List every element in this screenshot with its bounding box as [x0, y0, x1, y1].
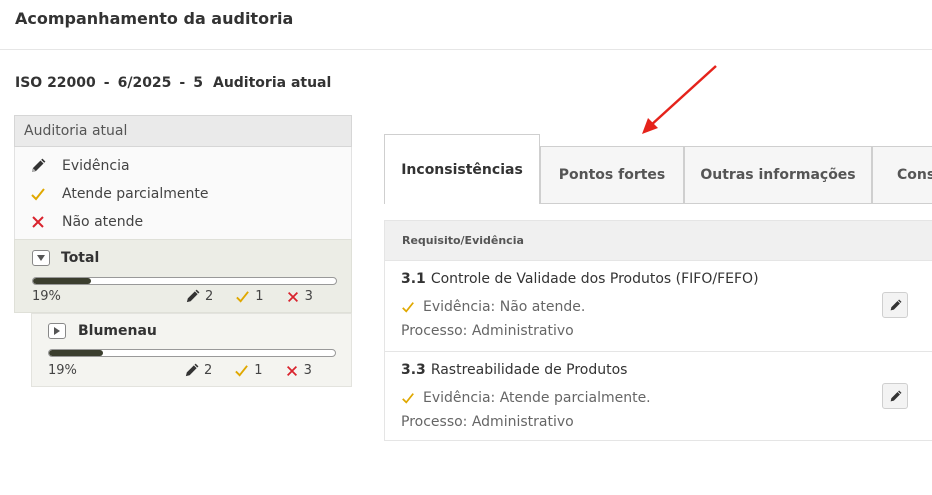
progress-bar	[48, 349, 336, 357]
audit-summary-panel: Auditoria atual Evidência Atende parcial…	[14, 115, 352, 387]
panel-title: Auditoria atual	[14, 115, 352, 147]
progress-percent: 19%	[48, 363, 77, 378]
partial-count: 1	[234, 363, 263, 378]
edit-button[interactable]	[882, 292, 908, 318]
legend-label: Evidência	[62, 158, 130, 174]
x-icon	[287, 291, 298, 302]
audit-period: 6/2025	[117, 75, 172, 91]
evidence-line: Evidência: Atende parcialmente.	[401, 390, 651, 406]
x-icon	[24, 214, 52, 230]
progress-fill	[49, 350, 104, 356]
evidence-count: 2	[185, 289, 213, 304]
process-text: Processo: Administrativo	[401, 414, 574, 430]
expand-toggle[interactable]	[48, 323, 66, 339]
requirement: 3.3 Rastreabilidade de Produtos	[401, 362, 627, 378]
tab-inconsistencias[interactable]: Inconsistências	[384, 134, 540, 204]
audit-label: Auditoria atual	[212, 75, 332, 91]
table-row: 3.1 Controle de Validade dos Produtos (FI…	[385, 261, 932, 351]
caret-right-icon	[54, 327, 60, 335]
progress-percent: 19%	[32, 289, 61, 304]
check-icon	[235, 365, 249, 377]
caret-down-icon	[37, 255, 45, 261]
legend-label: Atende parcialmente	[62, 186, 209, 202]
pencil-icon	[24, 158, 52, 174]
legend-item-partial: Atende parcialmente	[15, 180, 351, 208]
tab-outras-informacoes[interactable]: Outras informações	[684, 146, 872, 204]
tab-bar: Inconsistências Pontos fortes Outras inf…	[384, 134, 932, 204]
evidence-text: Evidência: Não atende.	[423, 299, 586, 315]
requirement-title: Controle de Validade dos Produtos (FIFO/…	[430, 271, 759, 287]
evidence-text: Evidência: Atende parcialmente.	[423, 390, 651, 406]
not-met-count: 3	[286, 289, 313, 304]
pencil-icon	[890, 389, 902, 401]
evidence-line: Evidência: Não atende.	[401, 299, 585, 315]
legend-item-not-met: Não atende	[15, 208, 351, 236]
requirement-title: Rastreabilidade de Produtos	[430, 362, 628, 378]
requirement: 3.1 Controle de Validade dos Produtos (FI…	[401, 271, 759, 287]
progress-bar	[32, 277, 337, 285]
group-blumenau[interactable]: Blumenau 19% 2 1 3	[31, 313, 352, 387]
tab-baseline	[539, 203, 932, 204]
legend: Evidência Atende parcialmente Não atende	[14, 147, 352, 239]
audit-header: ISO 22000-6/2025-5 Auditoria atual	[15, 75, 332, 91]
collapse-toggle[interactable]	[32, 250, 50, 266]
requirement-number: 3.1	[401, 271, 426, 287]
title-divider	[0, 49, 932, 50]
audit-code: ISO 22000	[15, 75, 96, 91]
audit-number: 5	[193, 75, 203, 91]
check-icon	[401, 391, 415, 405]
pencil-icon	[185, 363, 199, 377]
pencil-icon	[186, 289, 200, 303]
inconsistencies-table: Requisito/Evidência 3.1 Controle de Valid…	[384, 220, 932, 441]
evidence-count: 2	[184, 363, 212, 378]
table-header: Requisito/Evidência	[385, 220, 932, 261]
edit-button[interactable]	[882, 383, 908, 409]
partial-count: 1	[235, 289, 264, 304]
group-counts: 2 1 3	[184, 363, 312, 378]
pencil-icon	[890, 298, 902, 310]
tab-pontos-fortes[interactable]: Pontos fortes	[540, 146, 684, 204]
legend-label: Não atende	[62, 214, 144, 230]
group-name: Blumenau	[78, 323, 157, 339]
requirement-number: 3.3	[401, 362, 426, 378]
check-icon	[24, 186, 52, 202]
not-met-count: 3	[285, 363, 312, 378]
group-name: Total	[61, 250, 100, 266]
table-row: 3.3 Rastreabilidade de Produtos Evidência…	[385, 351, 932, 441]
group-counts: 2 1 3	[185, 289, 313, 304]
group-total[interactable]: Total 19% 2 1 3	[14, 239, 352, 313]
page-title: Acompanhamento da auditoria	[15, 9, 294, 28]
check-icon	[401, 300, 415, 314]
legend-item-evidence: Evidência	[15, 152, 351, 180]
x-icon	[286, 365, 297, 376]
progress-fill	[33, 278, 91, 284]
annotation-arrow-icon	[642, 65, 717, 134]
tab-cons[interactable]: Cons	[872, 146, 932, 204]
process-text: Processo: Administrativo	[401, 323, 574, 339]
check-icon	[236, 291, 250, 303]
